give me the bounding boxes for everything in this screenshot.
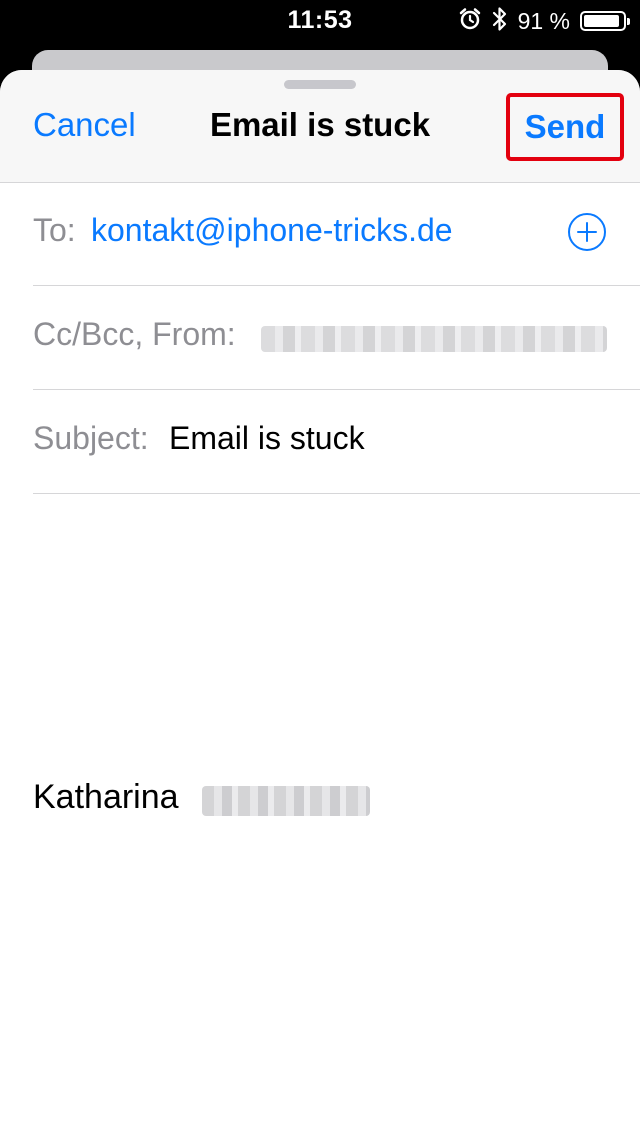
send-button[interactable]: Send bbox=[506, 93, 624, 161]
subject-row[interactable]: Subject: Email is stuck bbox=[33, 390, 640, 494]
screen: 11:53 91 % Cancel Email is stuck Send To… bbox=[0, 0, 640, 1136]
to-recipient[interactable]: kontakt@iphone-tricks.de bbox=[91, 212, 453, 249]
subject-input[interactable]: Email is stuck bbox=[169, 420, 365, 457]
to-label: To: bbox=[33, 212, 76, 248]
battery-tip bbox=[627, 18, 630, 25]
to-field-row[interactable]: To: kontakt@iphone-tricks.de bbox=[33, 182, 640, 286]
alarm-icon bbox=[458, 7, 482, 36]
signature-surname-redacted bbox=[202, 786, 370, 816]
cc-bcc-from-row[interactable]: Cc/Bcc, From: bbox=[33, 286, 640, 390]
bluetooth-icon bbox=[492, 6, 508, 37]
battery-icon bbox=[580, 11, 630, 31]
send-label: Send bbox=[524, 108, 606, 145]
status-bar: 11:53 91 % bbox=[0, 0, 640, 40]
subject-label: Subject: bbox=[33, 420, 149, 456]
battery-fill bbox=[584, 15, 619, 27]
cc-bcc-from-label: Cc/Bcc, From: bbox=[33, 316, 236, 352]
from-address-redacted bbox=[261, 326, 607, 352]
add-recipient-icon[interactable] bbox=[567, 212, 607, 252]
signature-name: Katharina bbox=[33, 778, 179, 816]
sheet-grabber[interactable] bbox=[284, 80, 356, 89]
battery-percent: 91 % bbox=[517, 7, 570, 34]
compose-sheet: Cancel Email is stuck Send To: kontakt@i… bbox=[0, 70, 640, 1136]
compose-header: Cancel Email is stuck Send bbox=[0, 70, 640, 183]
cancel-button[interactable]: Cancel bbox=[33, 106, 136, 144]
status-right: 91 % bbox=[458, 6, 630, 37]
message-body[interactable]: Katharina bbox=[0, 498, 640, 1136]
